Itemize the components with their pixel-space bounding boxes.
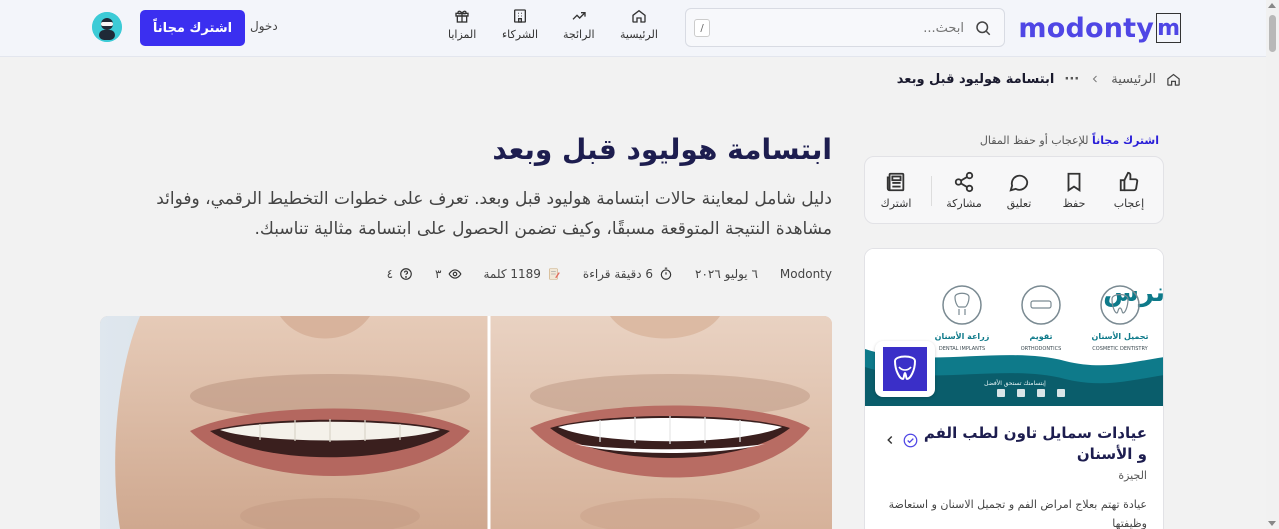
tooth-logo-icon [883, 347, 927, 391]
avatar[interactable] [92, 12, 122, 42]
save-button[interactable]: حفظ [1052, 171, 1096, 210]
banner-service-2: تقويم [1029, 332, 1052, 341]
trending-icon [572, 12, 586, 20]
share-label: مشاركة [946, 197, 982, 210]
banner-service-3-en: DENTAL IMPLANTS [939, 346, 985, 352]
share-button[interactable]: مشاركة [942, 171, 986, 210]
logo-text: modonty [1018, 12, 1155, 44]
view-count: ٣ [435, 267, 442, 281]
actions-divider [931, 176, 932, 206]
question-circle-icon [400, 268, 412, 280]
subscribe-button[interactable]: اشترك مجاناً [140, 10, 245, 46]
banner-service-2-en: ORTHODONTICS [1021, 346, 1062, 352]
home-icon [632, 9, 646, 23]
save-label: حفظ [1062, 197, 1086, 210]
scroll-down-arrow-icon[interactable] [1268, 521, 1276, 526]
search-box[interactable]: / [685, 8, 1005, 47]
meta-read-time: 6 دقيقة قراءة [583, 267, 673, 281]
nav-features[interactable]: المزايا [448, 8, 476, 48]
subscribe-action-label: اشترك [880, 197, 912, 210]
search-shortcut-key: / [694, 19, 710, 37]
scroll-thumb[interactable] [1269, 15, 1276, 52]
comment-label: تعليق [1006, 197, 1032, 210]
building-icon [514, 9, 527, 23]
breadcrumb-current: ابتسامة هوليود قبل وبعد [896, 71, 1055, 87]
share-icon [954, 171, 974, 193]
clinic-location: الجيزة [1118, 469, 1147, 482]
avatar-icon [92, 12, 122, 42]
nav-trending[interactable]: الرائجة [563, 8, 595, 48]
memo-icon [548, 268, 560, 280]
question-count: ٤ [386, 267, 394, 281]
sidebar-hint-text: للإعجاب أو حفظ المقال [979, 134, 1093, 147]
meta-questions[interactable]: ٤ [387, 267, 413, 281]
subscribe-action-button[interactable]: اشترك [874, 171, 918, 210]
gift-icon [455, 10, 469, 23]
chevron-left-icon[interactable] [883, 433, 897, 447]
meta-words: 1189 كلمة [484, 267, 561, 281]
banner-service-3: زراعة الأسنان [935, 331, 990, 341]
site-logo[interactable]: m modonty [1018, 12, 1181, 44]
meta-date: ٦ يوليو ٢٠٢٦ [695, 267, 758, 281]
nav-partners-label: الشركاء [502, 28, 539, 41]
scroll-up-arrow-icon[interactable] [1268, 3, 1276, 8]
clinic-description: عيادة تهتم بعلاج امراض الفم و تجميل الاس… [888, 498, 1147, 529]
thumbs-up-icon [1119, 171, 1139, 192]
nav-partners[interactable]: الشركاء [502, 8, 538, 48]
breadcrumb-home[interactable]: الرئيسية [1111, 72, 1156, 87]
author-name[interactable]: Modonty [780, 267, 832, 281]
verified-badge-icon [903, 433, 918, 448]
chevron-left-icon [1093, 75, 1098, 83]
banner-tagline: إبتسامتك تستحق الأفضل [984, 379, 1046, 387]
search-icon [976, 21, 991, 36]
eye-icon [447, 269, 462, 279]
search-input[interactable] [744, 18, 964, 38]
like-button[interactable]: إعجاب [1107, 171, 1151, 210]
nav-features-label: المزايا [448, 28, 477, 41]
sidebar-subscribe-link[interactable]: اشترك مجاناً [1092, 134, 1159, 147]
banner-service-1: تجميل الأسنان [1092, 331, 1149, 341]
article-title: ابتسامة هوليود قبل وبعد [492, 133, 832, 166]
publish-date: ٦ يوليو ٢٠٢٦ [695, 267, 758, 281]
comment-icon [1009, 174, 1029, 192]
article-meta: Modonty ٦ يوليو ٢٠٢٦ 6 دقيقة قراءة 1189 … [387, 264, 832, 284]
stopwatch-icon [660, 267, 672, 280]
newspaper-icon [886, 172, 905, 192]
like-label: إعجاب [1113, 197, 1145, 210]
before-after-smile-image [100, 316, 832, 529]
nav-home-label: الرئيسية [620, 28, 658, 41]
clinic-logo [875, 341, 935, 397]
breadcrumb: الرئيسية ··· ابتسامة هوليود قبل وبعد [897, 68, 1181, 90]
meta-author[interactable]: Modonty [780, 267, 832, 281]
read-time: 6 دقيقة قراءة [582, 267, 654, 281]
logo-mark: m [1156, 13, 1181, 43]
article-actions: إعجاب حفظ تعليق مشاركة اشترك [864, 156, 1164, 224]
meta-views: ٣ [435, 267, 462, 281]
article-hero-image [100, 316, 832, 529]
article-subtitle: دليل شامل لمعاينة حالات ابتسامة هوليود ق… [156, 189, 832, 239]
clinic-card[interactable]: نرس تجميل الأسنان تقويم زراعة الأسنان CO… [864, 248, 1164, 529]
login-link[interactable]: دخول [250, 19, 278, 33]
nav-trending-label: الرائجة [563, 28, 595, 41]
breadcrumb-ellipsis[interactable]: ··· [1064, 72, 1079, 87]
bookmark-icon [1067, 172, 1081, 192]
banner-service-1-en: COSMETIC DENTISTRY [1092, 346, 1148, 352]
sidebar-hint: اشترك مجاناً للإعجاب أو حفظ المقال [980, 134, 1159, 147]
page-scrollbar[interactable] [1266, 0, 1279, 529]
clinic-name[interactable]: عيادات سمايل تاون لطب الفم و الأسنان [917, 423, 1147, 465]
nav-home[interactable]: الرئيسية [620, 8, 658, 48]
home-icon[interactable] [1166, 72, 1181, 87]
word-count: 1189 كلمة [483, 267, 541, 281]
comment-button[interactable]: تعليق [997, 171, 1041, 210]
